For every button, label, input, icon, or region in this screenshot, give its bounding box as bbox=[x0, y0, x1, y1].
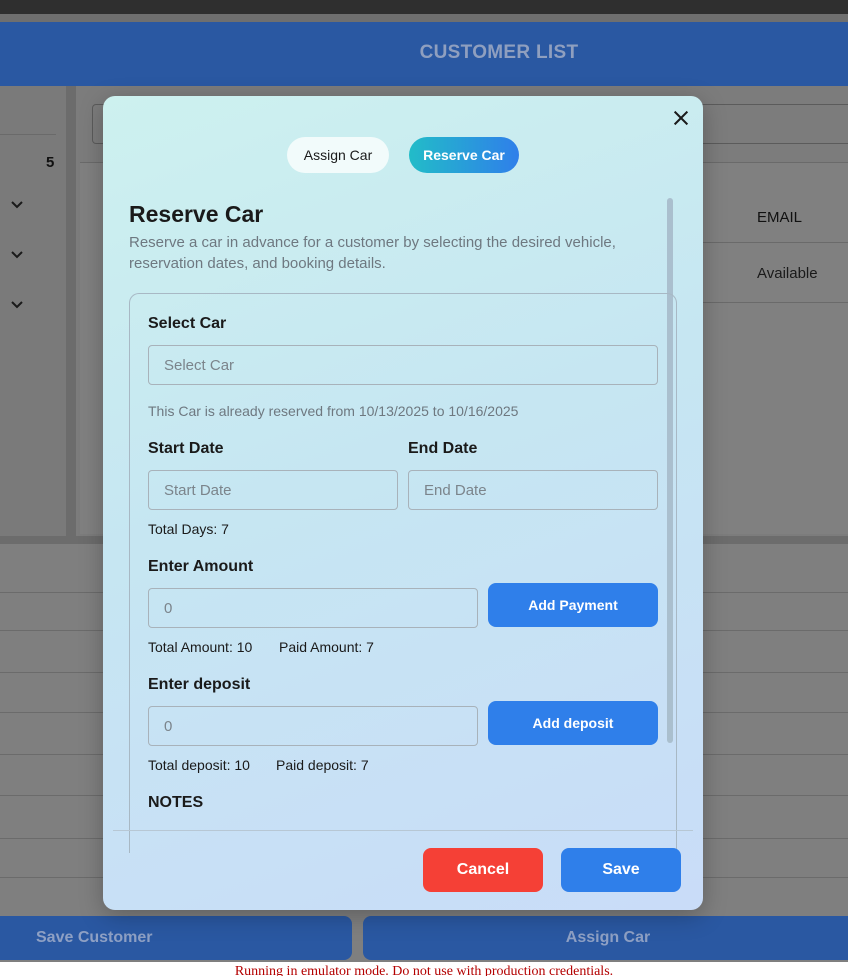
save-customer-button[interactable]: Save Customer bbox=[0, 916, 352, 960]
modal-title: Reserve Car bbox=[129, 201, 264, 227]
reservation-form: Select Car This Car is already reserved … bbox=[129, 293, 677, 853]
notes-label: NOTES bbox=[148, 794, 204, 811]
start-date-label: Start Date bbox=[148, 440, 224, 457]
emulator-notice: Running in emulator mode. Do not use wit… bbox=[0, 962, 848, 976]
deposit-label: Enter deposit bbox=[148, 676, 251, 693]
table-cell-status: Available bbox=[757, 265, 818, 282]
app-header: CUSTOMER LIST bbox=[0, 22, 848, 86]
tab-assign-car[interactable]: Assign Car bbox=[287, 137, 389, 173]
cancel-button[interactable]: Cancel bbox=[423, 848, 543, 892]
paid-amount: Paid Amount: 7 bbox=[279, 639, 374, 655]
page-title: CUSTOMER LIST bbox=[419, 42, 579, 63]
tab-reserve-car[interactable]: Reserve Car bbox=[409, 137, 519, 173]
end-date-label: End Date bbox=[408, 440, 478, 457]
total-days: Total Days: 7 bbox=[148, 521, 229, 537]
deposit-input[interactable] bbox=[148, 706, 478, 746]
total-deposit: Total deposit: 10 bbox=[148, 757, 250, 773]
reserve-car-modal: Assign Car Reserve Car Reserve Car Reser… bbox=[103, 96, 703, 910]
end-date-input[interactable] bbox=[408, 470, 658, 510]
status-bar bbox=[0, 0, 848, 14]
chevron-down-icon[interactable] bbox=[10, 298, 28, 316]
close-icon[interactable] bbox=[670, 107, 692, 129]
amount-label: Enter Amount bbox=[148, 558, 254, 575]
start-date-input[interactable] bbox=[148, 470, 398, 510]
select-car-label: Select Car bbox=[148, 315, 227, 332]
select-car-input[interactable] bbox=[148, 345, 658, 385]
column-header-email: EMAIL bbox=[757, 209, 803, 226]
chevron-down-icon[interactable] bbox=[10, 248, 28, 266]
add-deposit-button[interactable]: Add deposit bbox=[488, 701, 658, 745]
reserved-note: This Car is already reserved from 10/13/… bbox=[148, 403, 519, 419]
modal-description: Reserve a car in advance for a customer … bbox=[129, 234, 616, 272]
chevron-down-icon[interactable] bbox=[10, 198, 28, 216]
assign-car-button[interactable]: Assign Car bbox=[363, 916, 848, 960]
add-payment-button[interactable]: Add Payment bbox=[488, 583, 658, 627]
amount-input[interactable] bbox=[148, 588, 478, 628]
total-amount: Total Amount: 10 bbox=[148, 639, 253, 655]
paid-deposit: Paid deposit: 7 bbox=[276, 757, 369, 773]
customer-count: 5 bbox=[46, 154, 55, 171]
save-button[interactable]: Save bbox=[561, 848, 681, 892]
